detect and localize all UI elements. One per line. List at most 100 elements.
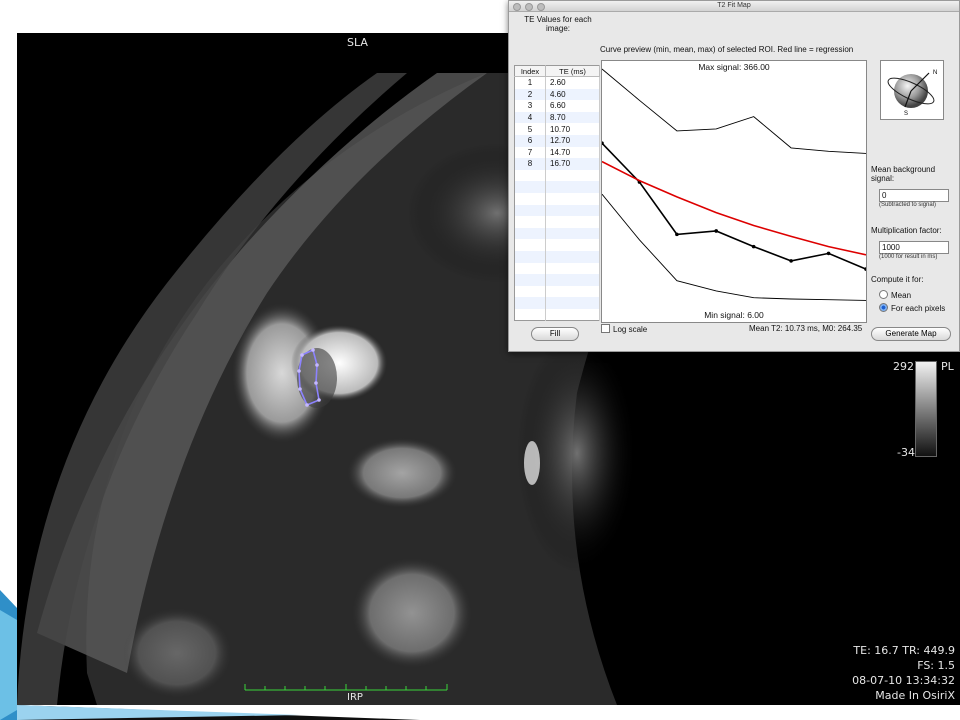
te-value-cell[interactable] (545, 169, 600, 182)
te-value-cell[interactable] (545, 239, 600, 251)
colorbar-max-label: 292 (893, 360, 914, 373)
dialog-titlebar[interactable]: T2 Fit Map (509, 1, 959, 12)
te-index-cell[interactable] (514, 216, 546, 228)
te-index-cell[interactable]: 5 (514, 123, 546, 135)
te-index-cell[interactable] (514, 204, 546, 217)
info-line: TE: 16.7 TR: 449.9 (853, 644, 955, 657)
te-index-cell[interactable] (514, 192, 546, 205)
te-value-cell[interactable] (545, 204, 600, 217)
te-value-cell[interactable]: 10.70 (545, 123, 600, 135)
multiplication-factor-input[interactable]: 1000 (879, 241, 949, 254)
te-value-cell[interactable]: 12.70 (545, 134, 600, 147)
table-row[interactable] (514, 262, 600, 275)
te-value-cell[interactable]: 16.70 (545, 158, 600, 170)
te-value-cell[interactable]: 2.60 (545, 76, 600, 89)
table-row[interactable]: 6 12.70 (514, 134, 600, 147)
minimize-icon[interactable] (525, 3, 533, 11)
te-value-cell[interactable]: 4.60 (545, 88, 600, 101)
te-index-cell[interactable]: 7 (514, 146, 546, 159)
orientation-top-label: SLA (347, 36, 368, 49)
fill-button[interactable]: Fill (531, 327, 579, 341)
mean-background-hint: (Subtracted to signal) (879, 202, 937, 208)
te-value-cell[interactable] (545, 250, 600, 263)
te-index-cell[interactable] (514, 169, 546, 182)
te-value-cell[interactable] (545, 262, 600, 275)
mean-background-input[interactable]: 0 (879, 189, 949, 202)
te-index-cell[interactable]: 8 (514, 158, 546, 170)
table-row[interactable]: 3 6.60 (514, 100, 600, 112)
curve-preview-title: Curve preview (min, mean, max) of select… (600, 45, 854, 54)
table-row[interactable] (514, 181, 600, 193)
radio-selected-icon[interactable] (879, 303, 888, 312)
te-index-cell[interactable] (514, 239, 546, 251)
zoom-icon[interactable] (537, 3, 545, 11)
table-row[interactable]: 5 10.70 (514, 123, 600, 135)
table-row[interactable] (514, 216, 600, 228)
table-row[interactable] (514, 239, 600, 251)
te-value-cell[interactable] (545, 297, 600, 309)
te-value-cell[interactable] (545, 308, 600, 321)
te-index-cell[interactable] (514, 262, 546, 275)
multiplication-factor-hint: (1000 for result in ms) (879, 254, 938, 260)
te-value-cell[interactable]: 8.70 (545, 111, 600, 124)
colorbar (915, 361, 937, 457)
table-row[interactable] (514, 308, 600, 321)
table-row[interactable] (514, 297, 600, 309)
table-row[interactable] (514, 204, 600, 217)
orientation-letter-s: S (904, 111, 908, 117)
table-row[interactable]: 4 8.70 (514, 111, 600, 124)
max-signal-label: Max signal: 366.00 (698, 62, 770, 72)
series-line-max (602, 68, 866, 154)
table-row[interactable] (514, 192, 600, 205)
mean-point (826, 251, 831, 256)
table-row[interactable] (514, 285, 600, 298)
t2-fit-dialog: T2 Fit Map TE Values for each image: Ind… (508, 0, 960, 352)
table-row[interactable]: 8 16.70 (514, 158, 600, 170)
orientation-widget[interactable]: N S (880, 60, 944, 120)
table-row[interactable]: 2 4.60 (514, 88, 600, 101)
table-row[interactable]: 7 14.70 (514, 146, 600, 159)
te-value-cell[interactable]: 14.70 (545, 146, 600, 159)
te-value-cell[interactable] (545, 274, 600, 286)
te-value-cell[interactable] (545, 227, 600, 240)
chart-canvas (602, 68, 866, 301)
checkbox-icon[interactable] (601, 324, 610, 333)
te-index-cell[interactable]: 3 (514, 100, 546, 112)
radio-mean[interactable]: Mean (879, 290, 911, 300)
column-header-te[interactable]: TE (ms) (545, 65, 600, 77)
table-row[interactable] (514, 274, 600, 286)
log-scale-checkbox[interactable]: Log scale (601, 324, 647, 334)
table-row[interactable] (514, 227, 600, 240)
radio-each-pixel[interactable]: For each pixels (879, 303, 945, 313)
radio-mean-label: Mean (891, 291, 912, 300)
mean-t2-readout: Mean T2: 10.73 ms, M0: 264.35 (749, 324, 863, 333)
te-value-cell[interactable] (545, 285, 600, 298)
table-row[interactable] (514, 250, 600, 263)
radio-each-pixel-label: For each pixels (891, 304, 946, 313)
series-line-regression (602, 160, 866, 256)
te-values-table[interactable]: Index TE (ms) 1 2.60 2 4.60 3 6.60 4 8.70 5 10.70… (514, 65, 600, 322)
te-index-cell[interactable] (514, 297, 546, 309)
generate-map-button[interactable]: Generate Map (871, 327, 951, 341)
te-index-cell[interactable] (514, 308, 546, 321)
te-index-cell[interactable] (514, 250, 546, 263)
mean-point (675, 232, 679, 237)
radio-icon[interactable] (879, 290, 888, 299)
te-index-cell[interactable]: 4 (514, 111, 546, 124)
te-index-cell[interactable]: 1 (514, 76, 546, 89)
table-row[interactable]: 1 2.60 (514, 76, 600, 89)
te-index-cell[interactable] (514, 274, 546, 286)
te-value-cell[interactable] (545, 216, 600, 228)
te-value-cell[interactable] (545, 181, 600, 193)
column-header-index[interactable]: Index (514, 65, 546, 77)
te-index-cell[interactable] (514, 181, 546, 193)
te-index-cell[interactable]: 2 (514, 88, 546, 101)
te-index-cell[interactable] (514, 285, 546, 298)
table-row[interactable] (514, 169, 600, 182)
te-index-cell[interactable] (514, 227, 546, 240)
close-icon[interactable] (513, 3, 521, 11)
te-index-cell[interactable]: 6 (514, 134, 546, 147)
te-value-cell[interactable]: 6.60 (545, 100, 600, 112)
te-value-cell[interactable] (545, 192, 600, 205)
mean-point (714, 229, 719, 233)
